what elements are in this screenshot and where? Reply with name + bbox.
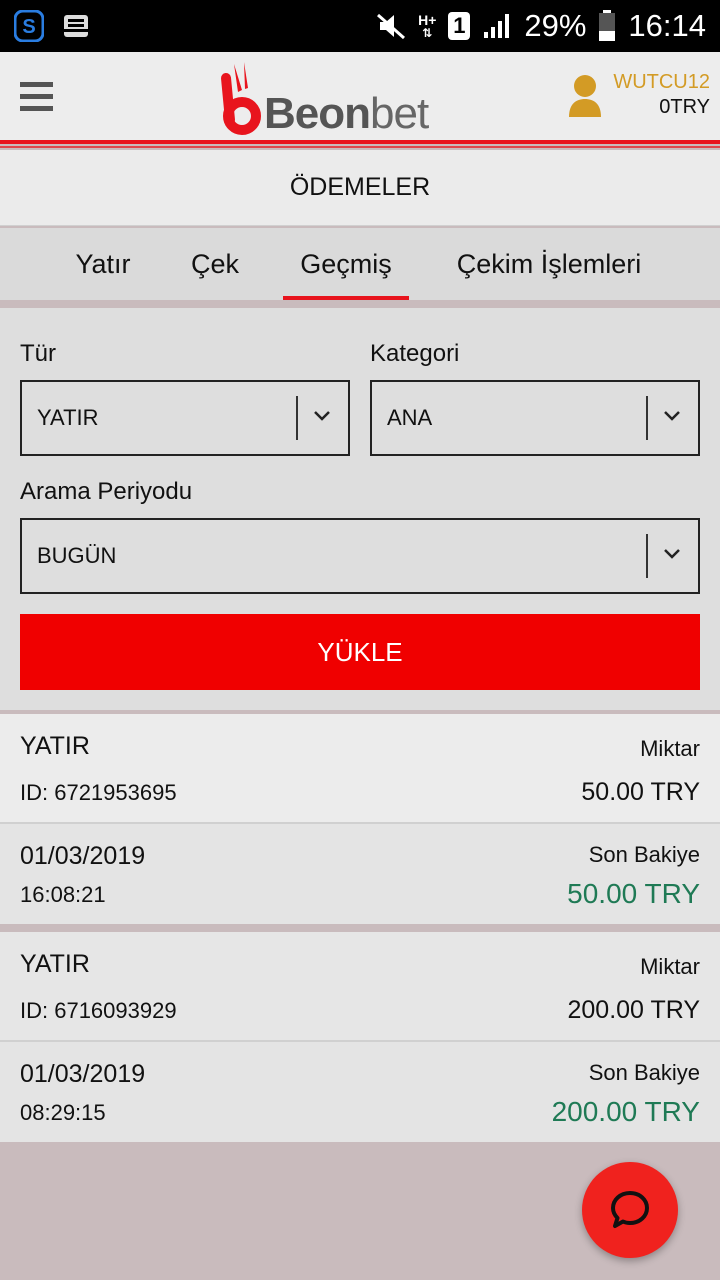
user-icon — [569, 75, 602, 117]
select-divider — [646, 396, 648, 440]
hamburger-icon[interactable] — [20, 82, 53, 114]
transaction-time: 16:08:21 — [20, 882, 106, 907]
chevron-down-icon — [664, 549, 680, 559]
sim-badge: 1 — [448, 12, 471, 40]
category-select[interactable]: ANA — [370, 380, 700, 456]
balance-label: Son Bakiye — [588, 1060, 700, 1085]
amount-label: Miktar — [640, 954, 700, 979]
transaction-card: YATIR ID: 6721953695 Miktar 50.00 TRY 01… — [0, 714, 720, 924]
user-account[interactable]: WUTCU12 0TRY — [567, 70, 710, 120]
tab-label: Çekim İşlemleri — [456, 248, 642, 279]
transaction-summary-row: YATIR ID: 6721953695 Miktar 50.00 TRY — [0, 714, 720, 824]
select-divider — [296, 396, 298, 440]
transaction-time: 08:29:15 — [20, 1100, 106, 1125]
section-divider — [0, 300, 720, 308]
logo[interactable]: Beon bet — [214, 60, 429, 138]
page-title: ÖDEMELER — [0, 150, 720, 226]
type-select[interactable]: YATIR — [20, 380, 350, 456]
logo-mark-icon — [221, 62, 261, 135]
chat-icon — [611, 1191, 649, 1228]
transaction-id: ID: 6721953695 — [20, 780, 177, 805]
transaction-detail-row: 01/03/2019 08:29:15 Son Bakiye 200.00 TR… — [0, 1040, 720, 1142]
period-select[interactable]: BUGÜN — [20, 518, 700, 594]
network-type-icon: H+ ⇅ — [418, 12, 437, 40]
transaction-id: ID: 6716093929 — [20, 998, 177, 1023]
transaction-date: 01/03/2019 — [20, 1060, 146, 1088]
logo-text-suffix: bet — [370, 89, 429, 138]
transaction-card: YATIR ID: 6716093929 Miktar 200.00 TRY 0… — [0, 932, 720, 1142]
transaction-date: 01/03/2019 — [20, 842, 146, 870]
inbox-icon — [62, 13, 90, 39]
logo-text-main: Beon — [264, 89, 371, 138]
transaction-summary-row: YATIR ID: 6716093929 Miktar 200.00 TRY — [0, 932, 720, 1042]
filter-panel: Tür Kategori YATIR ANA Arama Periyodu BU… — [0, 308, 720, 710]
period-label: Arama Periyodu — [20, 478, 193, 505]
username: WUTCU12 — [613, 71, 710, 93]
tab-yatir[interactable]: Yatır — [60, 228, 146, 300]
transaction-amount: 200.00 TRY — [567, 996, 700, 1024]
signal-icon — [482, 12, 512, 40]
type-label: Tür — [20, 340, 56, 367]
app-header: Beon bet WUTCU12 0TRY — [0, 52, 720, 144]
transaction-amount: 50.00 TRY — [581, 778, 700, 806]
chevron-down-icon — [664, 411, 680, 421]
svg-text:S: S — [22, 16, 35, 38]
category-select-value: ANA — [387, 405, 433, 430]
tab-gecmis[interactable]: Geçmiş — [283, 228, 409, 300]
status-bar: S H+ ⇅ 1 29% 16:14 — [0, 0, 720, 52]
type-select-value: YATIR — [37, 405, 99, 430]
tab-cek[interactable]: Çek — [176, 228, 254, 300]
mute-icon — [376, 12, 406, 40]
amount-label: Miktar — [640, 736, 700, 761]
tab-label: Geçmiş — [300, 248, 392, 279]
category-label: Kategori — [370, 340, 460, 367]
tab-cekim-islemleri[interactable]: Çekim İşlemleri — [440, 228, 658, 300]
user-balance: 0TRY — [659, 96, 710, 118]
transaction-type: YATIR — [20, 732, 90, 760]
battery-icon — [598, 10, 616, 42]
tab-label: Çek — [190, 248, 239, 279]
header-divider — [0, 146, 720, 148]
clock: 16:14 — [628, 8, 706, 43]
tab-bar: Yatır Çek Geçmiş Çekim İşlemleri — [0, 228, 720, 300]
transaction-type: YATIR — [20, 950, 90, 978]
transaction-detail-row: 01/03/2019 16:08:21 Son Bakiye 50.00 TRY — [0, 822, 720, 924]
load-button[interactable]: YÜKLE — [20, 614, 700, 690]
balance-label: Son Bakiye — [588, 842, 700, 867]
select-divider — [646, 534, 648, 578]
tab-label: Yatır — [75, 248, 131, 279]
transaction-balance: 50.00 TRY — [567, 878, 700, 909]
battery-percent: 29% — [524, 8, 587, 43]
period-select-value: BUGÜN — [37, 543, 117, 568]
chevron-down-icon — [314, 411, 330, 421]
app-s-icon: S — [14, 10, 44, 42]
chat-button[interactable] — [582, 1162, 678, 1258]
transaction-balance: 200.00 TRY — [551, 1096, 700, 1127]
